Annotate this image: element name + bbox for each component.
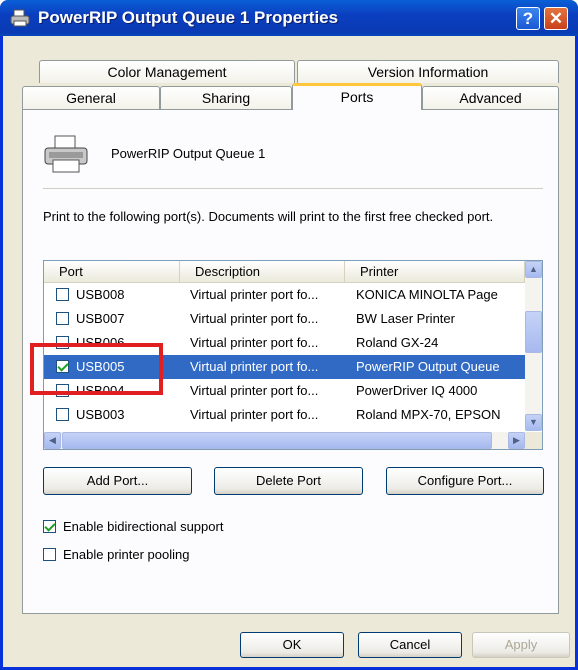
port-description: Virtual printer port fo...: [190, 287, 319, 302]
horizontal-scrollbar[interactable]: ◀ ▶: [44, 432, 525, 449]
scroll-thumb[interactable]: [525, 311, 542, 353]
cancel-button[interactable]: Cancel: [358, 632, 462, 658]
title-bar[interactable]: PowerRIP Output Queue 1 Properties ? ✕: [0, 0, 578, 36]
port-description: Virtual printer port fo...: [190, 335, 319, 350]
scroll-thumb[interactable]: [62, 432, 492, 449]
ok-button[interactable]: OK: [240, 632, 344, 658]
bidirectional-checkbox[interactable]: [43, 520, 56, 533]
port-printer: Roland GX-24: [356, 335, 439, 350]
port-printer: PowerRIP Output Queue: [356, 359, 500, 374]
port-checkbox[interactable]: [56, 408, 69, 421]
port-row[interactable]: USB008 Virtual printer port fo... KONICA…: [44, 283, 525, 307]
port-printer: PowerDriver IQ 4000: [356, 383, 478, 398]
tab-advanced[interactable]: Advanced: [422, 86, 559, 109]
scroll-up-icon[interactable]: ▲: [525, 261, 542, 278]
port-name: USB003: [76, 407, 125, 422]
tab-general[interactable]: General: [22, 86, 160, 109]
tab-sharing[interactable]: Sharing: [160, 86, 292, 109]
scroll-down-icon[interactable]: ▼: [525, 414, 542, 431]
port-checkbox[interactable]: [56, 288, 69, 301]
port-row[interactable]: USB003 Virtual printer port fo... Roland…: [44, 403, 525, 427]
port-printer: BW Laser Printer: [356, 311, 455, 326]
pooling-label: Enable printer pooling: [63, 547, 190, 562]
port-name: USB007: [76, 311, 125, 326]
port-printer: Roland MPX-70, EPSON: [356, 407, 501, 422]
scroll-right-icon[interactable]: ▶: [508, 432, 525, 449]
port-description: Virtual printer port fo...: [190, 359, 319, 374]
vertical-scrollbar[interactable]: ▲ ▼: [525, 261, 542, 431]
properties-dialog: PowerRIP Output Queue 1 Properties ? ✕ C…: [0, 0, 578, 670]
printer-name: PowerRIP Output Queue 1: [111, 146, 266, 161]
port-checkbox[interactable]: [56, 312, 69, 325]
delete-port-button[interactable]: Delete Port: [214, 467, 363, 495]
port-description: Virtual printer port fo...: [190, 407, 319, 422]
apply-button[interactable]: Apply: [472, 632, 570, 658]
window-title: PowerRIP Output Queue 1 Properties: [38, 8, 339, 27]
tab-version-information[interactable]: Version Information: [297, 60, 559, 83]
column-description[interactable]: Description: [180, 261, 345, 283]
configure-port-button[interactable]: Configure Port...: [386, 467, 544, 495]
scroll-left-icon[interactable]: ◀: [44, 432, 61, 449]
tab-color-management[interactable]: Color Management: [39, 60, 295, 83]
close-button[interactable]: ✕: [544, 7, 568, 30]
column-printer[interactable]: Printer: [345, 261, 525, 283]
add-port-button[interactable]: Add Port...: [43, 467, 192, 495]
pooling-checkbox[interactable]: [43, 548, 56, 561]
printer-icon: [10, 9, 30, 27]
bidirectional-label: Enable bidirectional support: [63, 519, 224, 534]
port-list-header: Port Description Printer: [44, 261, 525, 283]
separator: [43, 188, 543, 189]
port-description: Virtual printer port fo...: [190, 311, 319, 326]
port-description: Virtual printer port fo...: [190, 383, 319, 398]
port-printer: KONICA MINOLTA Page: [356, 287, 498, 302]
annotation-highlight: [30, 343, 163, 395]
scroll-corner: [525, 432, 542, 449]
port-instructions: Print to the following port(s). Document…: [43, 209, 494, 224]
printer-icon: [44, 135, 88, 173]
help-button[interactable]: ?: [516, 7, 540, 30]
port-row[interactable]: USB007 Virtual printer port fo... BW Las…: [44, 307, 525, 331]
tab-ports[interactable]: Ports: [292, 83, 422, 110]
column-port[interactable]: Port: [44, 261, 180, 283]
port-name: USB008: [76, 287, 125, 302]
